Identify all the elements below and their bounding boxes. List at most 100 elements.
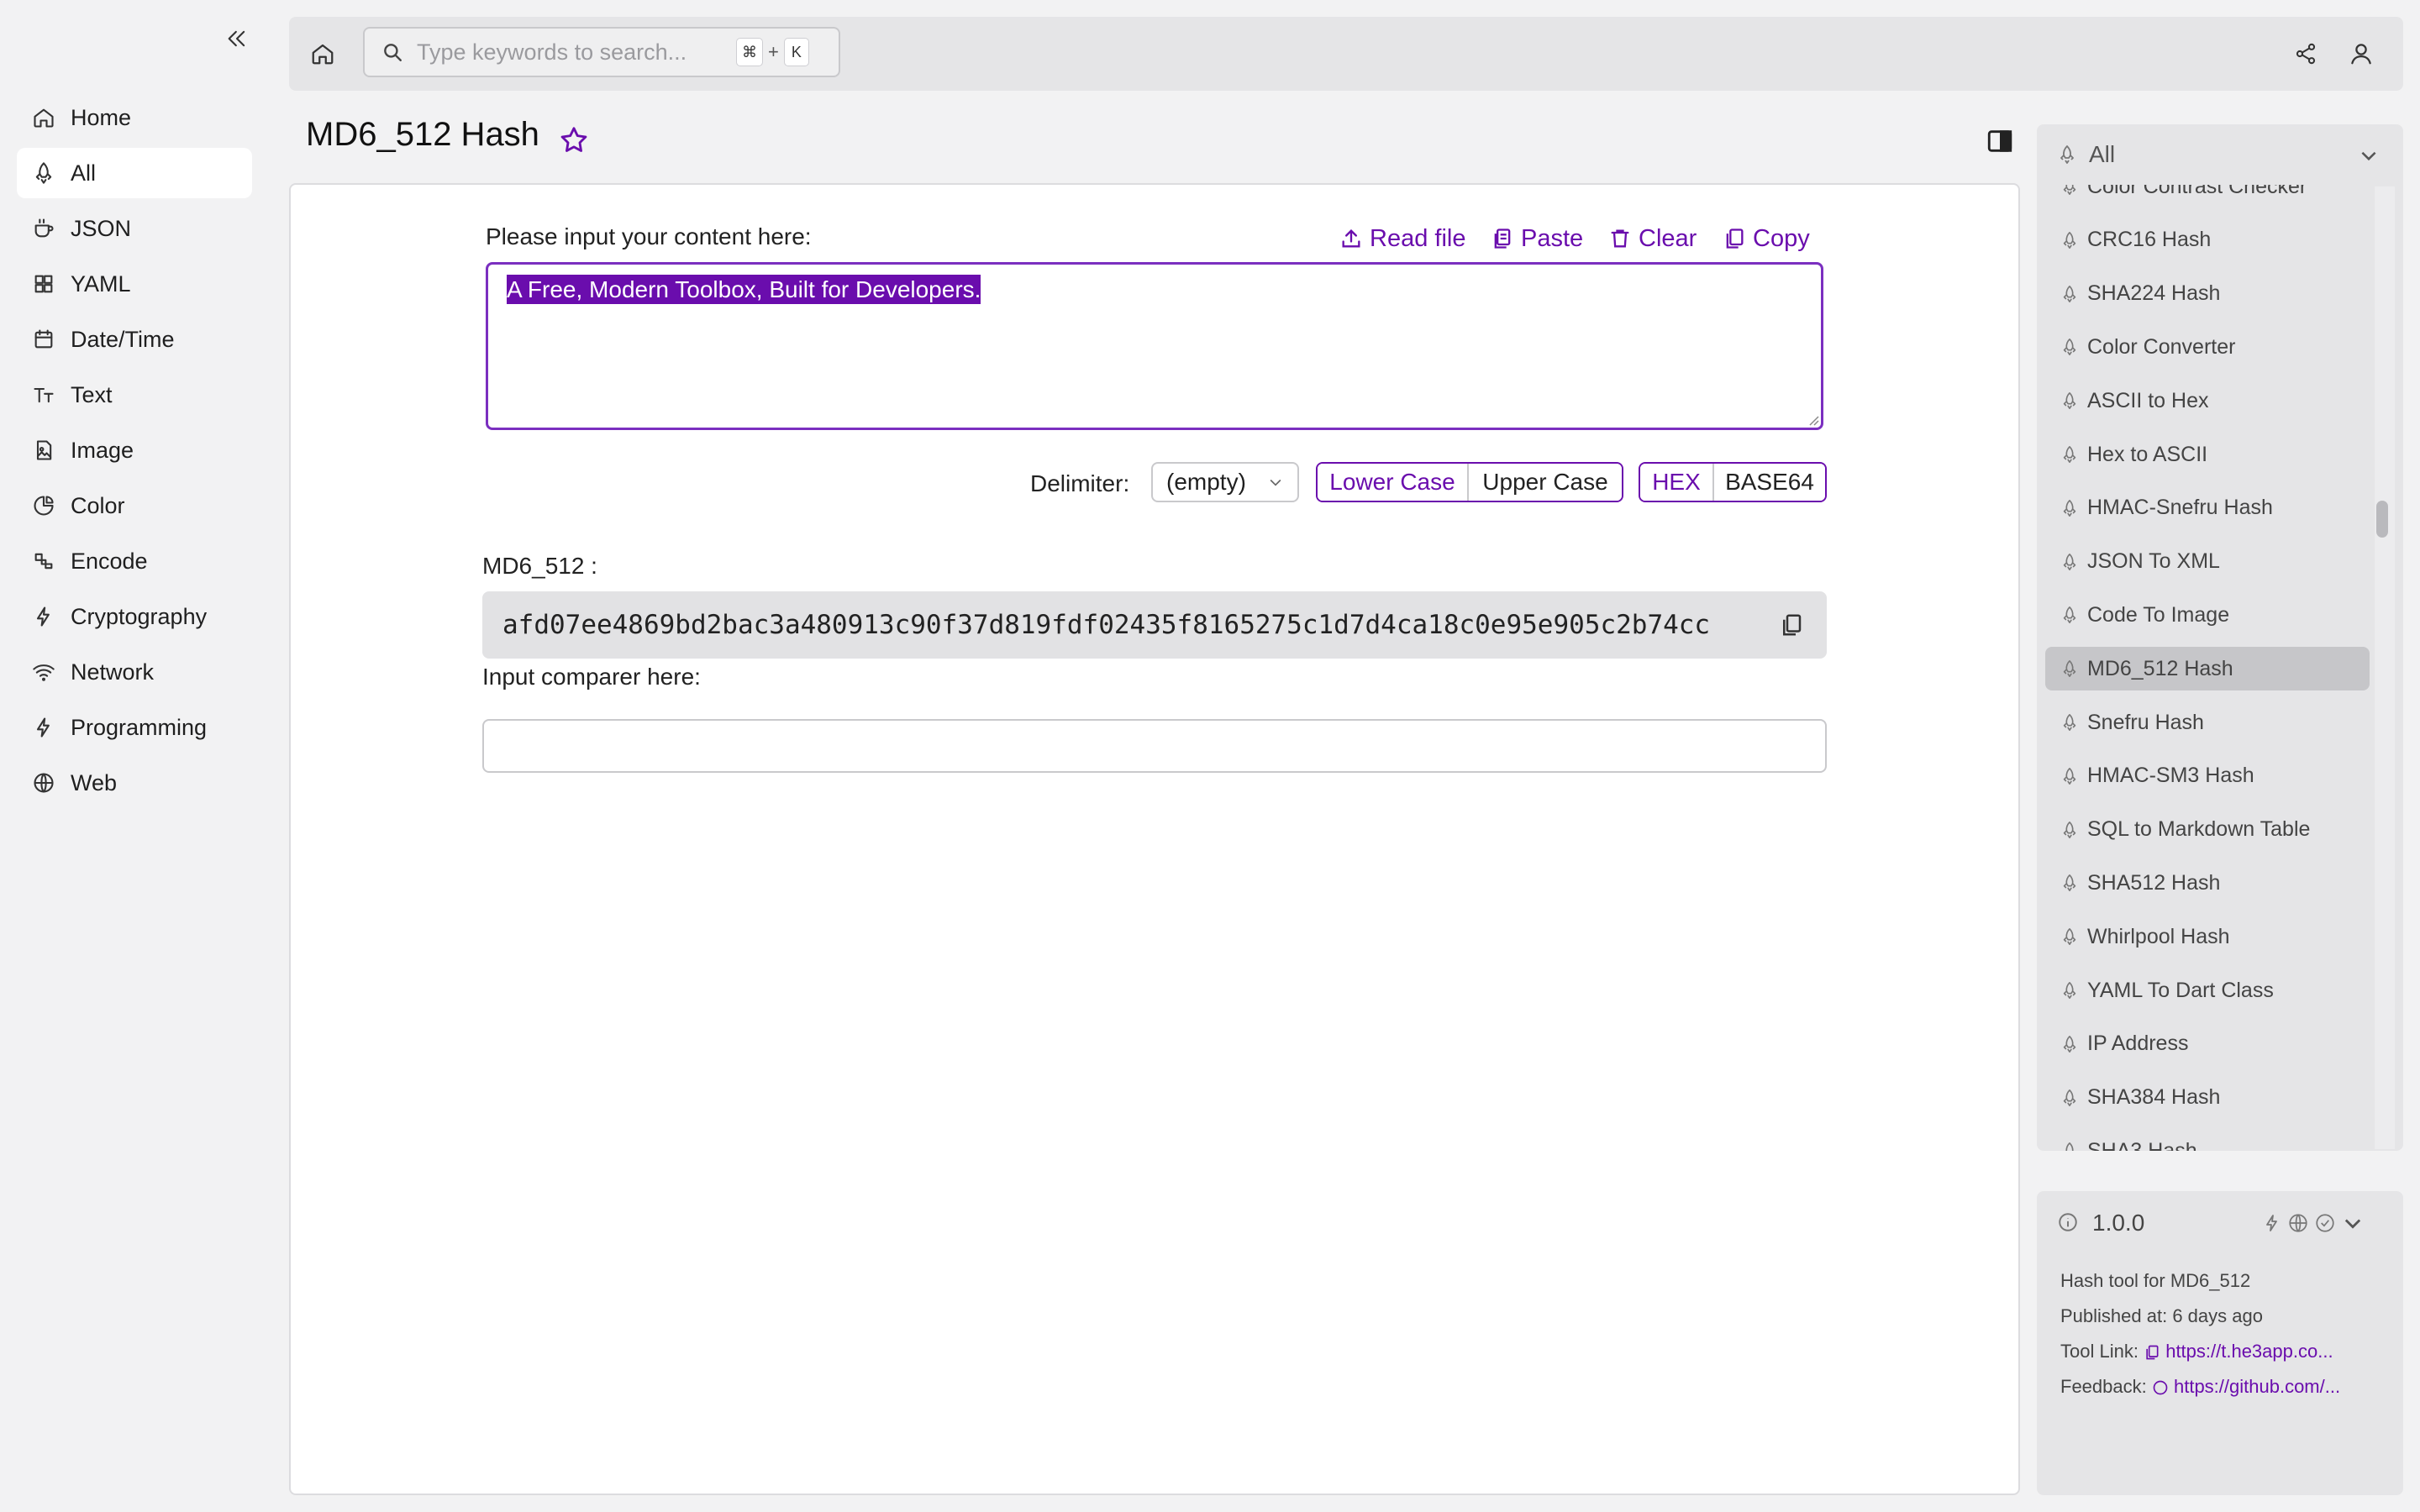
sidebar-item-cryptography[interactable]: Cryptography	[17, 591, 252, 642]
content-text: A Free, Modern Toolbox, Built for Develo…	[507, 275, 981, 304]
sidebar-item-label: Cryptography	[71, 603, 208, 629]
tool-list-item[interactable]: JSON To XML	[2045, 540, 2370, 584]
search-box[interactable]: ⌘ + K	[363, 27, 840, 77]
share-icon[interactable]	[2289, 37, 2323, 71]
rocket-icon	[2060, 445, 2079, 464]
clear-label: Clear	[1639, 224, 1697, 252]
clear-button[interactable]: Clear	[1608, 222, 1697, 255]
sidebar-item-image[interactable]: Image	[17, 425, 252, 475]
rocket-icon	[2060, 285, 2079, 303]
tool-list-item-label: CRC16 Hash	[2087, 228, 2212, 252]
tool-link-text: https://t.he3app.co...	[2165, 1341, 2333, 1362]
rocket-icon	[2060, 1035, 2079, 1053]
resize-handle-icon[interactable]	[1807, 413, 1820, 427]
hash-result-value[interactable]: afd07ee4869bd2bac3a480913c90f37d819fdf02…	[502, 610, 1753, 640]
read-file-button[interactable]: Read file	[1339, 222, 1465, 255]
rocket-icon	[32, 161, 55, 185]
sidebar-item-programming[interactable]: Programming	[17, 702, 252, 753]
bolt-icon	[32, 605, 55, 628]
tool-list-item[interactable]: Code To Image	[2045, 593, 2370, 637]
sidebar-item-label: Image	[71, 437, 134, 463]
content-textarea[interactable]: A Free, Modern Toolbox, Built for Develo…	[486, 262, 1823, 430]
sidebar-item-json[interactable]: JSON	[17, 203, 252, 254]
tool-list-item-label: SHA3 Hash	[2087, 1138, 2197, 1151]
page-title: MD6_512 Hash	[306, 116, 539, 153]
hash-result-label: MD6_512 :	[482, 553, 597, 579]
delimiter-label: Delimiter:	[1030, 470, 1130, 496]
feedback-link-text: https://github.com/...	[2173, 1376, 2341, 1397]
scrollbar-thumb[interactable]	[2376, 501, 2388, 538]
tool-list-item[interactable]: SHA224 Hash	[2045, 272, 2370, 316]
sidebar-item-home[interactable]: Home	[17, 92, 252, 143]
hash-result-box: afd07ee4869bd2bac3a480913c90f37d819fdf02…	[482, 591, 1827, 659]
home-icon[interactable]	[306, 37, 339, 71]
base64-option[interactable]: BASE64	[1712, 464, 1825, 501]
tool-list-item[interactable]: Color Contrast Checker	[2045, 185, 2370, 208]
sidebar-item-color[interactable]: Color	[17, 480, 252, 531]
sidebar-item-label: Web	[71, 769, 118, 795]
wifi-icon	[32, 660, 55, 684]
input-label: Please input your content here:	[486, 223, 812, 249]
sidebar-item-text[interactable]: Text	[17, 370, 252, 420]
copy-hash-icon[interactable]	[1776, 610, 1807, 640]
feedback-line: Feedback: https://github.com/...	[2060, 1376, 2340, 1398]
globe-icon	[32, 771, 55, 795]
tool-list-item[interactable]: HMAC-Snefru Hash	[2045, 486, 2370, 530]
tool-list-item[interactable]: IP Address	[2045, 1022, 2370, 1066]
tool-list-item[interactable]: SQL to Markdown Table	[2045, 808, 2370, 852]
info-icon	[2057, 1211, 2079, 1233]
lower-case-option[interactable]: Lower Case	[1318, 464, 1467, 501]
rocket-icon	[2060, 231, 2079, 249]
comparer-input[interactable]	[482, 719, 1827, 773]
feedback-link[interactable]: https://github.com/...	[2152, 1376, 2340, 1397]
tool-list-item-label: SHA512 Hash	[2087, 870, 2221, 895]
tool-list-item-label: Color Contrast Checker	[2087, 185, 2307, 198]
sidebar-item-all[interactable]: All	[17, 148, 252, 198]
tool-list-item-label: MD6_512 Hash	[2087, 656, 2233, 680]
tool-list-item[interactable]: ASCII to Hex	[2045, 379, 2370, 423]
calendar-icon	[32, 328, 55, 351]
sidebar-item-label: Color	[71, 492, 125, 518]
tool-list-item[interactable]: HMAC-SM3 Hash	[2045, 754, 2370, 798]
tool-list-item[interactable]: SHA384 Hash	[2045, 1076, 2370, 1120]
tool-list-item[interactable]: Whirlpool Hash	[2045, 915, 2370, 958]
tool-list-item[interactable]: MD6_512 Hash	[2045, 647, 2370, 691]
tool-list-item[interactable]: Snefru Hash	[2045, 701, 2370, 744]
category-select[interactable]: All	[2047, 131, 2393, 178]
tool-list-item[interactable]: SHA512 Hash	[2045, 861, 2370, 905]
chevron-down-icon[interactable]	[2341, 1211, 2365, 1235]
hex-option[interactable]: HEX	[1640, 464, 1712, 501]
search-input[interactable]	[417, 39, 736, 66]
sidebar-item-web[interactable]: Web	[17, 758, 252, 808]
tool-list-item[interactable]: Color Converter	[2045, 325, 2370, 369]
info-icon-group	[2262, 1211, 2365, 1235]
shortcut-plus: +	[768, 41, 779, 62]
paste-button[interactable]: Paste	[1491, 222, 1583, 255]
bolt-icon	[2262, 1213, 2282, 1233]
sidebar-item-yaml[interactable]: YAML	[17, 259, 252, 309]
sidebar-item-encode[interactable]: Encode	[17, 536, 252, 586]
user-icon[interactable]	[2344, 37, 2378, 71]
case-toggle: Lower Case Upper Case	[1316, 462, 1623, 502]
favorite-star-icon[interactable]	[558, 124, 592, 158]
tool-list-scrollbar[interactable]	[2375, 186, 2395, 1149]
sidebar-item-label: Date/Time	[71, 326, 175, 352]
tool-list-item-label: HMAC-Snefru Hash	[2087, 496, 2273, 520]
copy-button[interactable]: Copy	[1723, 222, 1810, 255]
tool-list-item[interactable]: SHA3 Hash	[2045, 1129, 2370, 1151]
delimiter-select[interactable]: (empty)	[1151, 462, 1299, 502]
sidebar-item-network[interactable]: Network	[17, 647, 252, 697]
rocket-icon	[2060, 981, 2079, 1000]
collapse-sidebar-icon[interactable]	[222, 24, 252, 54]
comparer-label: Input comparer here:	[482, 664, 701, 690]
rocket-icon	[2060, 713, 2079, 732]
upper-case-option[interactable]: Upper Case	[1467, 464, 1622, 501]
sidebar-item-date-time[interactable]: Date/Time	[17, 314, 252, 365]
tool-list-item-label: YAML To Dart Class	[2087, 978, 2274, 1002]
toggle-panel-icon[interactable]	[1983, 124, 2017, 158]
tool-list-item[interactable]: CRC16 Hash	[2045, 218, 2370, 262]
tool-link[interactable]: https://t.he3app.co...	[2144, 1341, 2333, 1362]
rocket-icon	[2060, 821, 2079, 839]
tool-list-item[interactable]: YAML To Dart Class	[2045, 969, 2370, 1012]
tool-list-item[interactable]: Hex to ASCII	[2045, 433, 2370, 476]
